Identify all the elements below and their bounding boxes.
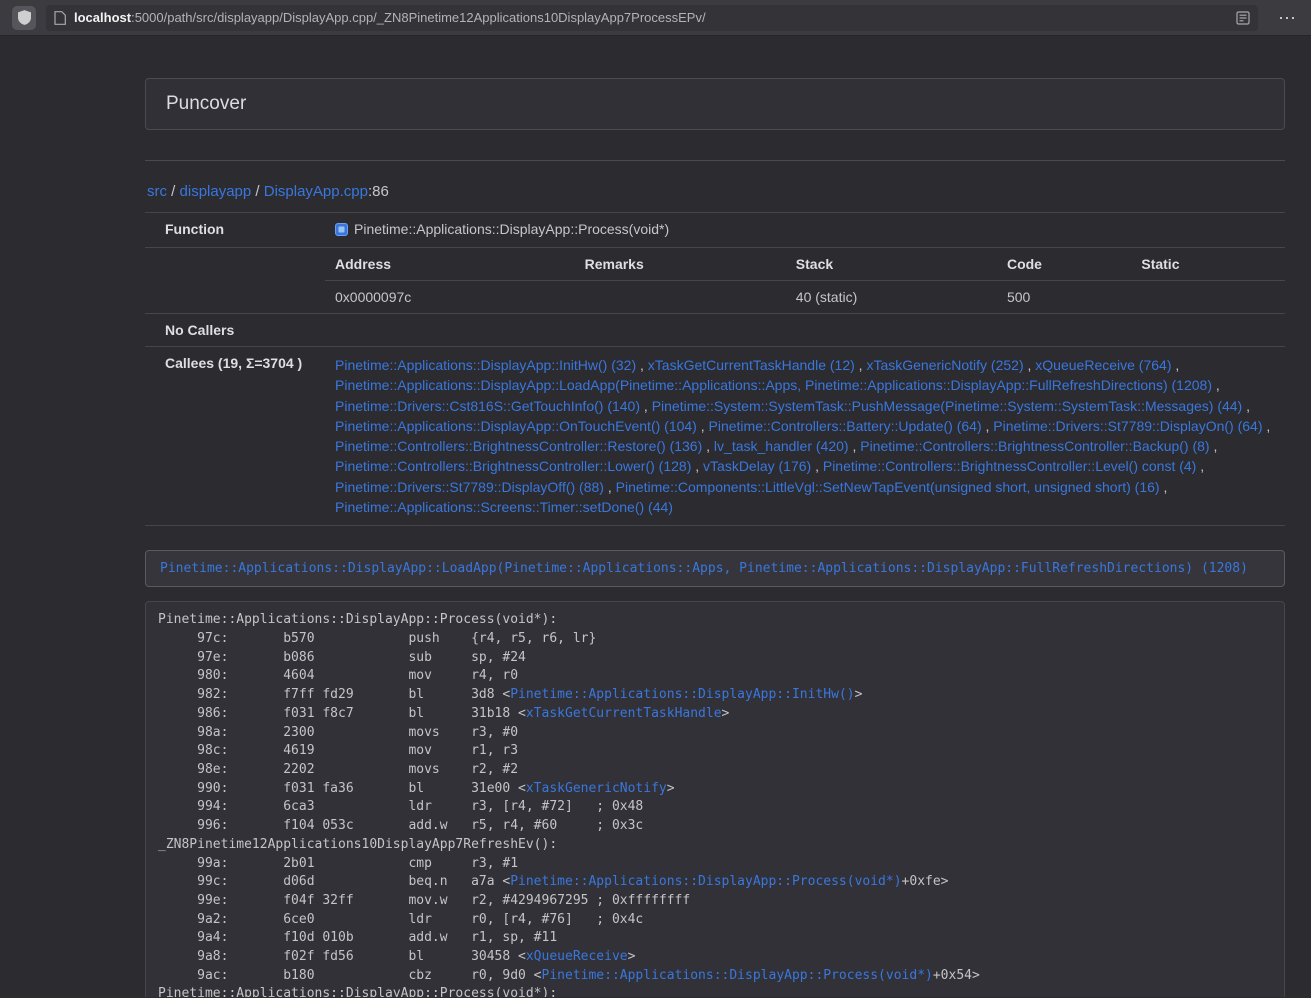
function-row: Function Pinetime::Applications::Display…: [145, 213, 1285, 248]
callee-link[interactable]: lv_task_handler (420): [714, 438, 849, 454]
callee-link[interactable]: Pinetime::Controllers::BrightnessControl…: [823, 458, 1196, 474]
stats-value: 500: [997, 281, 1131, 314]
breadcrumb-link[interactable]: DisplayApp.cpp: [264, 183, 368, 200]
browser-toolbar: localhost:5000/path/src/displayapp/Displ…: [0, 0, 1311, 36]
breadcrumb-line-number: :86: [368, 183, 389, 200]
breadcrumb-separator: /: [167, 183, 180, 200]
callee-separator: ,: [604, 479, 616, 495]
callee-link[interactable]: Pinetime::Controllers::BrightnessControl…: [860, 438, 1209, 454]
callee-link[interactable]: Pinetime::Applications::DisplayApp::Load…: [335, 377, 1212, 393]
stats-header: Address: [325, 248, 575, 281]
stats-value: 0x0000097c: [325, 281, 575, 314]
callee-link[interactable]: Pinetime::Applications::DisplayApp::OnTo…: [335, 418, 697, 434]
callee-separator: ,: [702, 438, 714, 454]
callee-link[interactable]: xQueueReceive (764): [1035, 357, 1171, 373]
callee-separator: ,: [636, 357, 648, 373]
url-path: :5000/path/src/displayapp/DisplayApp.cpp…: [131, 10, 706, 25]
callee-link[interactable]: vTaskDelay (176): [703, 458, 811, 474]
function-name: Pinetime::Applications::DisplayApp::Proc…: [354, 221, 669, 237]
breadcrumb-separator: /: [251, 183, 264, 200]
callee-link[interactable]: Pinetime::Controllers::BrightnessControl…: [335, 458, 691, 474]
callee-link[interactable]: Pinetime::Controllers::Battery::Update()…: [709, 418, 982, 434]
callee-separator: ,: [1160, 479, 1168, 495]
callee-separator: ,: [982, 418, 994, 434]
callee-link[interactable]: Pinetime::Components::LittleVgl::SetNewT…: [616, 479, 1160, 495]
callee-separator: ,: [691, 458, 703, 474]
callee-link[interactable]: xTaskGenericNotify (252): [866, 357, 1023, 373]
callee-separator: ,: [1212, 377, 1220, 393]
code-symbol-link[interactable]: Pinetime::Applications::DisplayApp::Proc…: [510, 874, 901, 889]
callee-link[interactable]: Pinetime::Applications::Screens::Timer::…: [335, 499, 673, 515]
app-title-panel: Puncover: [145, 78, 1285, 130]
page-icon: [54, 11, 66, 25]
callee-link[interactable]: Pinetime::Drivers::St7789::DisplayOn() (…: [993, 418, 1262, 434]
url-text: localhost:5000/path/src/displayapp/Displ…: [74, 10, 706, 25]
stats-table: AddressRemarksStackCodeStatic 0x0000097c 4…: [325, 248, 1285, 313]
stats-value: [575, 281, 786, 314]
callee-separator: ,: [1242, 398, 1250, 414]
callee-link[interactable]: Pinetime::System::SystemTask::PushMessag…: [652, 398, 1243, 414]
stats-value: 40 (static): [786, 281, 997, 314]
breadcrumb-link[interactable]: src: [147, 183, 167, 200]
callee-separator: ,: [1263, 418, 1271, 434]
symbol-table: Function Pinetime::Applications::Display…: [145, 212, 1285, 526]
code-symbol-link[interactable]: Pinetime::Applications::DisplayApp::Proc…: [542, 968, 933, 983]
function-icon: [335, 223, 348, 239]
callees-row: Callees (19, Σ=3704 ) Pinetime::Applicat…: [145, 347, 1285, 526]
callees-list: Pinetime::Applications::DisplayApp::Init…: [325, 347, 1285, 526]
callee-link[interactable]: Pinetime::Controllers::BrightnessControl…: [335, 438, 702, 454]
code-symbol-link[interactable]: xQueueReceive: [526, 949, 628, 964]
no-callers-label: No Callers: [145, 314, 325, 347]
callee-link[interactable]: xTaskGetCurrentTaskHandle (12): [648, 357, 855, 373]
stats-header: Remarks: [575, 248, 786, 281]
callee-separator: ,: [1196, 458, 1204, 474]
divider: [145, 160, 1285, 161]
stats-header: Code: [997, 248, 1131, 281]
callee-link[interactable]: Pinetime::Drivers::Cst816S::GetTouchInfo…: [335, 398, 640, 414]
stats-header: Stack: [786, 248, 997, 281]
url-bar[interactable]: localhost:5000/path/src/displayapp/Displ…: [46, 5, 1258, 31]
url-host: localhost: [74, 10, 131, 25]
page-title: Puncover: [166, 93, 246, 114]
callees-label: Callees (19, Σ=3704 ): [145, 347, 325, 526]
callee-link[interactable]: Pinetime::Applications::DisplayApp::Init…: [335, 357, 636, 373]
callee-separator: ,: [855, 357, 867, 373]
callers-row: No Callers: [145, 314, 1285, 347]
shield-icon[interactable]: [12, 6, 36, 30]
code-symbol-link[interactable]: Pinetime::Applications::DisplayApp::Init…: [510, 687, 854, 702]
highlighted-symbol-box: Pinetime::Applications::DisplayApp::Load…: [145, 550, 1285, 587]
disassembly-listing: Pinetime::Applications::DisplayApp::Proc…: [145, 601, 1285, 997]
code-symbol-link[interactable]: xTaskGetCurrentTaskHandle: [526, 706, 722, 721]
stats-value: [1131, 281, 1285, 314]
callee-separator: ,: [1210, 438, 1218, 454]
stats-header: Static: [1131, 248, 1285, 281]
callee-separator: ,: [697, 418, 709, 434]
breadcrumb: src / displayapp / DisplayApp.cpp:86: [147, 183, 1285, 200]
callee-link[interactable]: Pinetime::Drivers::St7789::DisplayOff() …: [335, 479, 604, 495]
breadcrumb-link[interactable]: displayapp: [180, 183, 252, 200]
callee-separator: ,: [640, 398, 652, 414]
callee-separator: ,: [811, 458, 823, 474]
function-label: Function: [145, 213, 325, 248]
callee-separator: ,: [1171, 357, 1179, 373]
code-symbol-link[interactable]: xTaskGenericNotify: [526, 781, 667, 796]
highlighted-symbol-link[interactable]: Pinetime::Applications::DisplayApp::Load…: [160, 561, 1248, 576]
stats-row: AddressRemarksStackCodeStatic 0x0000097c 4…: [145, 248, 1285, 314]
callee-separator: ,: [849, 438, 861, 454]
overflow-menu-icon[interactable]: ⋯: [1278, 9, 1297, 27]
reader-view-icon[interactable]: [1228, 11, 1250, 25]
page-content: Puncover src / displayapp / DisplayApp.c…: [0, 36, 1311, 997]
callee-separator: ,: [1024, 357, 1036, 373]
